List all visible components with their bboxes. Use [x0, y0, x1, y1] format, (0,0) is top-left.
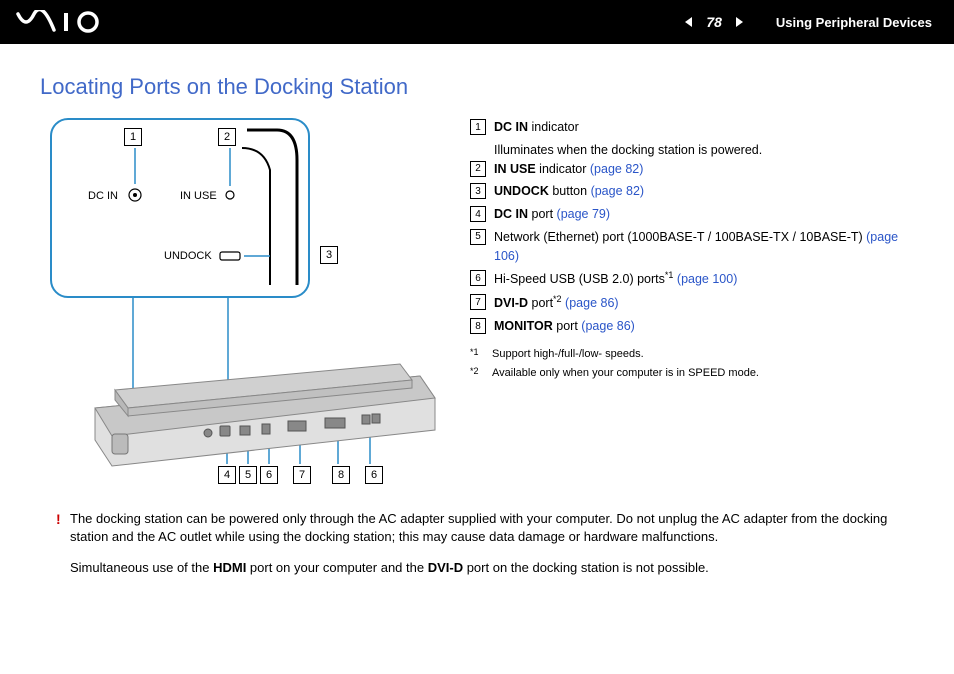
legend-item-2: 2 IN USE indicator (page 82)	[470, 160, 914, 179]
content-area: Locating Ports on the Docking Station DC…	[0, 44, 954, 577]
legend-number: 4	[470, 206, 486, 222]
footnote-text: Support high-/full-/low- speeds.	[492, 346, 644, 363]
legend-list: 1 DC IN indicator Illuminates when the d…	[470, 118, 914, 488]
footnote-mark: *2	[470, 365, 484, 382]
footnote-2: *2 Available only when your computer is …	[470, 365, 914, 382]
warning-icon: !	[56, 510, 61, 529]
docking-station-diagram: DC IN IN USE UNDOCK 1 2	[40, 118, 440, 488]
legend-number: 7	[470, 294, 486, 310]
legend-item-5: 5 Network (Ethernet) port (1000BASE-T / …	[470, 228, 914, 266]
footnote-text: Available only when your computer is in …	[492, 365, 759, 382]
legend-number: 1	[470, 119, 486, 135]
legend-number: 8	[470, 318, 486, 334]
page-link[interactable]: (page 82)	[590, 162, 644, 176]
callout-2: 2	[218, 128, 236, 146]
header-right: 78 Using Peripheral Devices	[682, 14, 938, 30]
legend-item-4: 4 DC IN port (page 79)	[470, 205, 914, 224]
page-number: 78	[706, 14, 722, 30]
legend-item-3: 3 UNDOCK button (page 82)	[470, 182, 914, 201]
legend-number: 5	[470, 229, 486, 245]
bottom-callouts: 4 5 6 7 8 6	[218, 466, 383, 484]
callout-5: 5	[239, 466, 257, 484]
bold-dvid: DVI-D	[428, 560, 463, 575]
callout-6a: 6	[260, 466, 278, 484]
diagram-inset: DC IN IN USE UNDOCK	[50, 118, 310, 298]
legend-item-6: 6 Hi-Speed USB (USB 2.0) ports*1 (page 1…	[470, 269, 914, 289]
legend-label: DC IN	[494, 120, 528, 134]
page-link[interactable]: (page 82)	[591, 184, 645, 198]
callout-8: 8	[332, 466, 350, 484]
label-in-use: IN USE	[180, 190, 217, 202]
legend-item-1: 1 DC IN indicator	[470, 118, 914, 137]
legend-label: DC IN	[494, 207, 528, 221]
callout-1: 1	[124, 128, 142, 146]
legend-item-8: 8 MONITOR port (page 86)	[470, 317, 914, 336]
callout-7: 7	[293, 466, 311, 484]
page-heading: Locating Ports on the Docking Station	[40, 74, 914, 100]
legend-label: MONITOR	[494, 319, 553, 333]
page-link[interactable]: (page 79)	[557, 207, 611, 221]
legend-label: UNDOCK	[494, 184, 549, 198]
header-bar: 78 Using Peripheral Devices	[0, 0, 954, 44]
page-link[interactable]: (page 86)	[581, 319, 635, 333]
legend-number: 3	[470, 183, 486, 199]
vaio-logo	[16, 10, 126, 34]
label-dc-in: DC IN	[88, 190, 118, 202]
callout-6b: 6	[365, 466, 383, 484]
footnote-1: *1 Support high-/full-/low- speeds.	[470, 346, 914, 363]
warning-block: ! The docking station can be powered onl…	[40, 510, 914, 545]
footnote-mark: *2	[553, 294, 562, 304]
prev-page-button[interactable]	[682, 15, 696, 29]
warning-text: The docking station can be powered only …	[70, 511, 887, 544]
page-link[interactable]: (page 100)	[677, 272, 737, 286]
legend-number: 2	[470, 161, 486, 177]
legend-label: IN USE	[494, 162, 536, 176]
legend-number: 6	[470, 270, 486, 286]
dock-illustration	[40, 338, 440, 478]
bold-hdmi: HDMI	[213, 560, 246, 575]
callout-3: 3	[320, 246, 338, 264]
legend-sub-1: Illuminates when the docking station is …	[494, 141, 914, 160]
footnote-mark: *1	[470, 346, 484, 363]
label-undock: UNDOCK	[164, 250, 212, 262]
callout-4: 4	[218, 466, 236, 484]
next-page-button[interactable]	[732, 15, 746, 29]
legend-item-7: 7 DVI-D port*2 (page 86)	[470, 293, 914, 313]
page-link[interactable]: (page 86)	[565, 296, 619, 310]
legend-label: DVI-D	[494, 296, 528, 310]
note-paragraph: Simultaneous use of the HDMI port on you…	[40, 559, 914, 577]
section-title: Using Peripheral Devices	[776, 15, 932, 30]
